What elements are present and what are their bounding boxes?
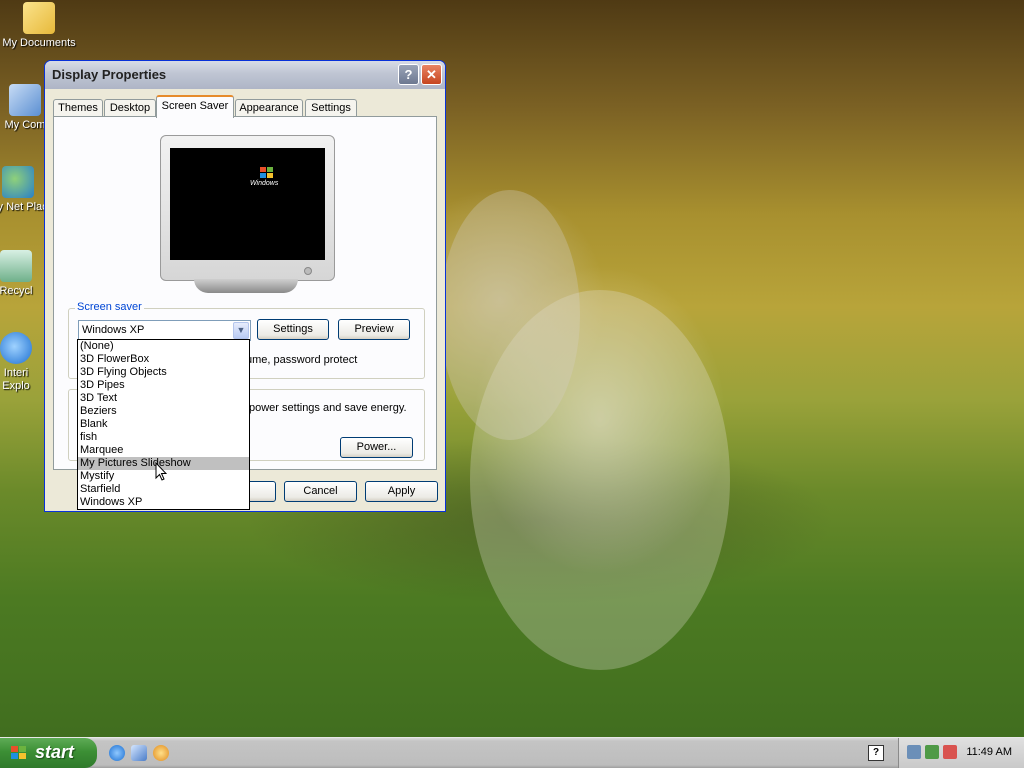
windows-flag-icon [11,746,26,759]
screen-saver-selected-value: Windows XP [82,324,145,336]
list-item[interactable]: Blank [78,418,249,431]
recycle-bin-icon [0,250,32,282]
tab-screen-saver[interactable]: Screen Saver [156,95,234,118]
quicklaunch-desktop-icon[interactable] [131,745,147,761]
desktop-icon-network-places[interactable]: My Net Plac [0,166,50,214]
clock[interactable]: 11:49 AM [966,746,1012,758]
wallpaper-kitten-front [470,290,730,670]
help-button[interactable]: ? [398,64,419,85]
list-item[interactable]: (None) [78,340,249,353]
list-item[interactable]: Marquee [78,444,249,457]
folder-documents-icon [23,2,55,34]
chevron-down-icon[interactable]: ▼ [233,322,249,339]
list-item[interactable]: Windows XP [78,496,249,509]
preview-logo-text: Windows [250,180,279,187]
apply-button[interactable]: Apply [365,481,438,502]
desktop-icon-label: Recycl [0,285,33,297]
quicklaunch-ie-icon[interactable] [109,745,125,761]
desktop-icon-recycle-bin[interactable]: Recycl [0,250,48,298]
screen-saver-select[interactable]: Windows XP ▼ [78,320,251,341]
list-item[interactable]: 3D FlowerBox [78,353,249,366]
tab-desktop[interactable]: Desktop [104,99,156,117]
quicklaunch-media-player-icon[interactable] [153,745,169,761]
settings-button[interactable]: Settings [257,319,329,340]
list-item[interactable]: Beziers [78,405,249,418]
system-tray: 11:49 AM [898,738,1024,768]
list-item[interactable]: Starfield [78,483,249,496]
network-places-icon [2,166,34,198]
desktop-icon-internet-explorer[interactable]: Interi Explo [0,332,48,393]
screen-saver-group-label: Screen saver [75,301,144,313]
my-computer-icon [9,84,41,116]
power-text: power settings and save energy. [249,402,407,414]
desktop-icon-my-documents[interactable]: My Documents [0,2,78,50]
desktop-icon-label: My Documents [2,37,76,49]
cancel-button[interactable]: Cancel [284,481,357,502]
volume-tray-icon[interactable] [943,745,957,759]
desktop-icon-label: Interi Explo [2,367,30,392]
tab-themes[interactable]: Themes [53,99,103,117]
list-item[interactable]: 3D Flying Objects [78,366,249,379]
window-title: Display Properties [52,67,167,82]
taskbar: start ? 11:49 AM [0,737,1024,768]
monitor-power-light [304,267,312,275]
close-button[interactable]: ✕ [421,64,442,85]
screen-saver-dropdown-list[interactable]: (None) 3D FlowerBox 3D Flying Objects 3D… [77,339,250,510]
preview-button[interactable]: Preview [338,319,410,340]
window-titlebar[interactable]: Display Properties ? ✕ [45,61,445,89]
mouse-pointer-icon [155,462,167,481]
network-tray-icon[interactable] [907,745,921,759]
power-button[interactable]: Power... [340,437,413,458]
security-tray-icon[interactable] [925,745,939,759]
list-item[interactable]: 3D Pipes [78,379,249,392]
start-label: start [35,742,75,762]
internet-explorer-icon [0,332,32,364]
tab-settings[interactable]: Settings [305,99,357,117]
resume-text: ume, password protect [246,354,358,366]
start-button[interactable]: start [0,738,97,768]
list-item[interactable]: 3D Text [78,392,249,405]
monitor-preview: Windows [160,135,335,281]
help-tray-icon[interactable]: ? [868,745,884,761]
desktop-icon-label: My Net Plac [0,201,48,213]
preview-screen: Windows [170,148,325,260]
monitor-stand [194,279,298,293]
list-item[interactable]: fish [78,431,249,444]
tab-appearance[interactable]: Appearance [235,99,303,117]
